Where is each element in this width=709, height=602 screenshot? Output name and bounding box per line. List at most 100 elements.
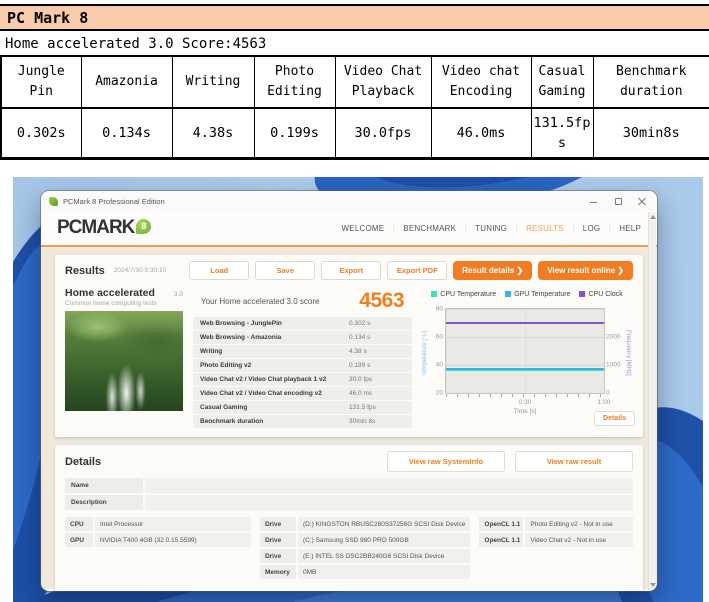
description-row: Description: [65, 495, 633, 510]
view-raw-result-button[interactable]: View raw result: [515, 451, 633, 472]
pcmark-window: PCMark 8 Professional Edition PCMARK 8 W…: [41, 191, 657, 591]
result-details-button[interactable]: Result details ❯: [453, 261, 532, 280]
test-version: 3.0: [174, 291, 183, 298]
document-section: PC Mark 8 Home accelerated 3.0 Score:456…: [0, 4, 709, 176]
export-button[interactable]: Export: [321, 261, 381, 280]
x-axis-label: Time [s]: [446, 408, 604, 415]
system-info-row: Drive (C:) Samsung SSD 980 PRO 500GB: [260, 533, 470, 547]
table-header-cell: Video Chat Playback: [335, 56, 431, 108]
close-icon[interactable]: [638, 197, 647, 206]
scrollbar[interactable]: [648, 212, 656, 590]
test-value: 131.5 fps: [349, 404, 405, 411]
y-axis-label-right: Frequency [MHz]: [625, 314, 631, 392]
score-row: Your Home accelerated 3.0 score 4563: [193, 288, 412, 317]
gpu-temperature-line: [446, 368, 604, 370]
test-result-row: Web Browsing - Amazonia 0.134 s: [193, 331, 412, 344]
table-cell: 131.5fps: [531, 108, 593, 158]
desktop-wallpaper: PCMark 8 Professional Edition PCMARK 8 W…: [13, 177, 703, 602]
test-result-row: Photo Editing v2 0.199 s: [193, 359, 412, 372]
test-label: Video Chat v2 / Video Chat playback 1 v2: [200, 376, 349, 383]
nav-item-benchmark[interactable]: BENCHMARK: [394, 224, 466, 233]
save-button[interactable]: Save: [255, 261, 315, 280]
scroll-down-icon[interactable]: [650, 583, 656, 587]
view-raw-systeminfo-button[interactable]: View raw SystemInfo: [387, 451, 505, 472]
view-result-online-button[interactable]: View result online ❯: [538, 261, 633, 280]
table-cell: 46.0ms: [431, 108, 531, 158]
x-tick: 0:30: [519, 399, 532, 406]
table-data-row: 0.302s 0.134s 4.38s 0.199s 30.0fps 46.0m…: [1, 108, 709, 158]
test-card: Home accelerated 3.0 Common home computi…: [65, 286, 183, 429]
expand-row-score[interactable]: Home accelerated 3.0 score: 4563: [65, 585, 633, 591]
maximize-icon[interactable]: [614, 197, 623, 206]
table-header-cell: Video chat Encoding: [431, 56, 531, 108]
pcmark-logo-text: PCMARK: [57, 217, 134, 239]
test-result-row: Writing 4.38 s: [193, 345, 412, 358]
test-result-row: Casual Gaming 131.5 fps: [193, 401, 412, 414]
performance-chart: Temperature [°C] Frequency [MHz] 80 60 4…: [421, 306, 633, 418]
nav-item-tuning[interactable]: TUNING: [466, 224, 517, 233]
table-cell: 0.302s: [1, 108, 81, 158]
table-header-cell: Amazonia: [81, 56, 172, 108]
y-axis-label-left: Temperature [°C]: [422, 314, 428, 392]
window-title: PCMark 8 Professional Edition: [63, 197, 165, 206]
pcmark-logo: PCMARK 8: [57, 217, 151, 239]
test-value: 30.0 fps: [349, 376, 405, 383]
table-cell: 0.134s: [81, 108, 172, 158]
app-content: Results 2024/7/30 9:30:10 Load Save Expo…: [41, 247, 657, 589]
legend-item: GPU Temperature: [505, 291, 570, 298]
plot-area: 80 60 40 20 2000 1000 0 0:30 1:00 Time: [445, 308, 605, 394]
results-heading: Results: [65, 265, 105, 277]
sys-label: GPU: [65, 533, 93, 547]
y-tick: 2000: [606, 333, 629, 340]
system-info-row: Memory 0MB: [260, 565, 470, 579]
y-tick: 80: [425, 306, 443, 313]
nav-item-help[interactable]: HELP: [610, 224, 651, 233]
score-column: Your Home accelerated 3.0 score 4563 Web…: [193, 288, 412, 429]
document-title-bar: PC Mark 8: [0, 4, 709, 31]
system-info-row: GPU NVIDIA T400 4GB (32.0.15.5599): [65, 533, 251, 547]
table-cell: 0.199s: [254, 108, 335, 158]
table-cell: 4.38s: [172, 108, 254, 158]
load-button[interactable]: Load: [189, 261, 249, 280]
minimize-icon[interactable]: [590, 197, 599, 206]
y-tick: 0: [606, 390, 629, 397]
table-cell: 30.0fps: [335, 108, 431, 158]
description-value: [145, 495, 633, 510]
scroll-up-icon[interactable]: [650, 215, 656, 219]
sys-label: Drive: [260, 517, 296, 531]
benchmark-table: Jungle Pin Amazonia Writing Photo Editin…: [0, 55, 709, 160]
table-cell: 30min8s: [593, 108, 709, 158]
export-pdf-button[interactable]: Export PDF: [387, 261, 447, 280]
nav-item-results[interactable]: RESULTS: [517, 224, 574, 233]
test-label: Photo Editing v2: [200, 362, 349, 369]
score-label: Your Home accelerated 3.0 score: [201, 297, 359, 306]
test-value: 0.199 s: [349, 362, 405, 369]
table-header-cell: Jungle Pin: [1, 56, 81, 108]
name-value: [145, 478, 633, 493]
results-panel: Results 2024/7/30 9:30:10 Load Save Expo…: [55, 255, 643, 437]
sys-label: OpenCL 1.1: [479, 517, 523, 531]
y-tick: 20: [425, 390, 443, 397]
chart-legend: CPU Temperature GPU Temperature CPU Cloc…: [421, 288, 633, 300]
sys-label: Drive: [260, 533, 296, 547]
details-heading: Details: [65, 456, 101, 468]
sys-value: (E:) INTEL SS DSC2BB240G6 SCSI Disk Devi…: [298, 549, 470, 563]
nav-item-welcome[interactable]: WELCOME: [333, 224, 395, 233]
x-tick: 1:00: [598, 399, 611, 406]
system-info-row: OpenCL 1.1 Video Chat v2 - Not in use: [479, 533, 633, 547]
legend-swatch: [579, 291, 585, 297]
test-value: 30min 8s: [349, 418, 405, 425]
legend-item: CPU Temperature: [431, 291, 496, 298]
main-nav: WELCOME BENCHMARK TUNING RESULTS LOG HEL…: [333, 211, 651, 245]
sys-value: (D:) KINGSTON RBUSC280S37256G SCSI Disk …: [298, 517, 470, 531]
test-value: 0.134 s: [349, 334, 405, 341]
details-panel: Details View raw SystemInfo View raw res…: [55, 445, 643, 591]
sys-label: CPU: [65, 517, 93, 531]
score-value: 4563: [359, 289, 404, 313]
y-tick: 40: [425, 361, 443, 368]
name-label: Name: [65, 478, 143, 493]
window-title-bar[interactable]: PCMark 8 Professional Edition: [41, 191, 657, 211]
chart-details-button[interactable]: Details: [594, 411, 635, 426]
nav-item-log[interactable]: LOG: [574, 224, 611, 233]
sys-value: Intel Processor: [95, 517, 251, 531]
